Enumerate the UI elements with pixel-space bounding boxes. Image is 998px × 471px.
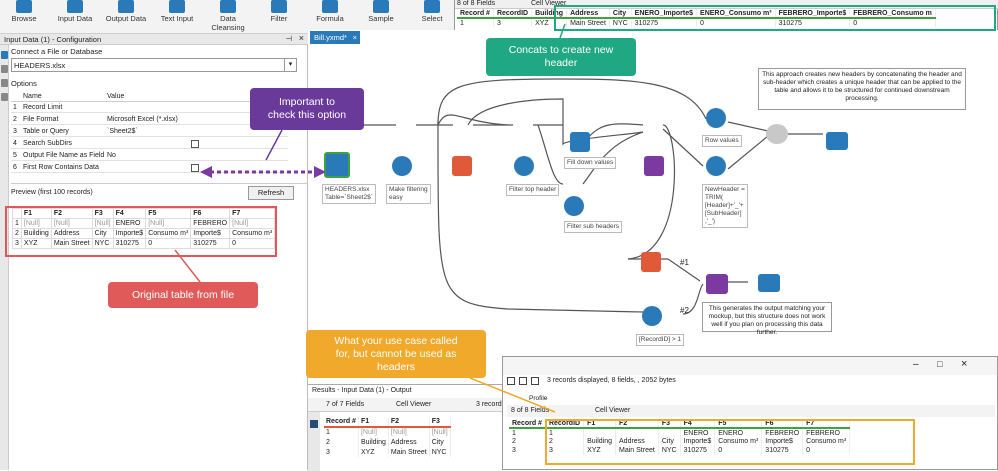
callout-arrows <box>174 5 996 413</box>
